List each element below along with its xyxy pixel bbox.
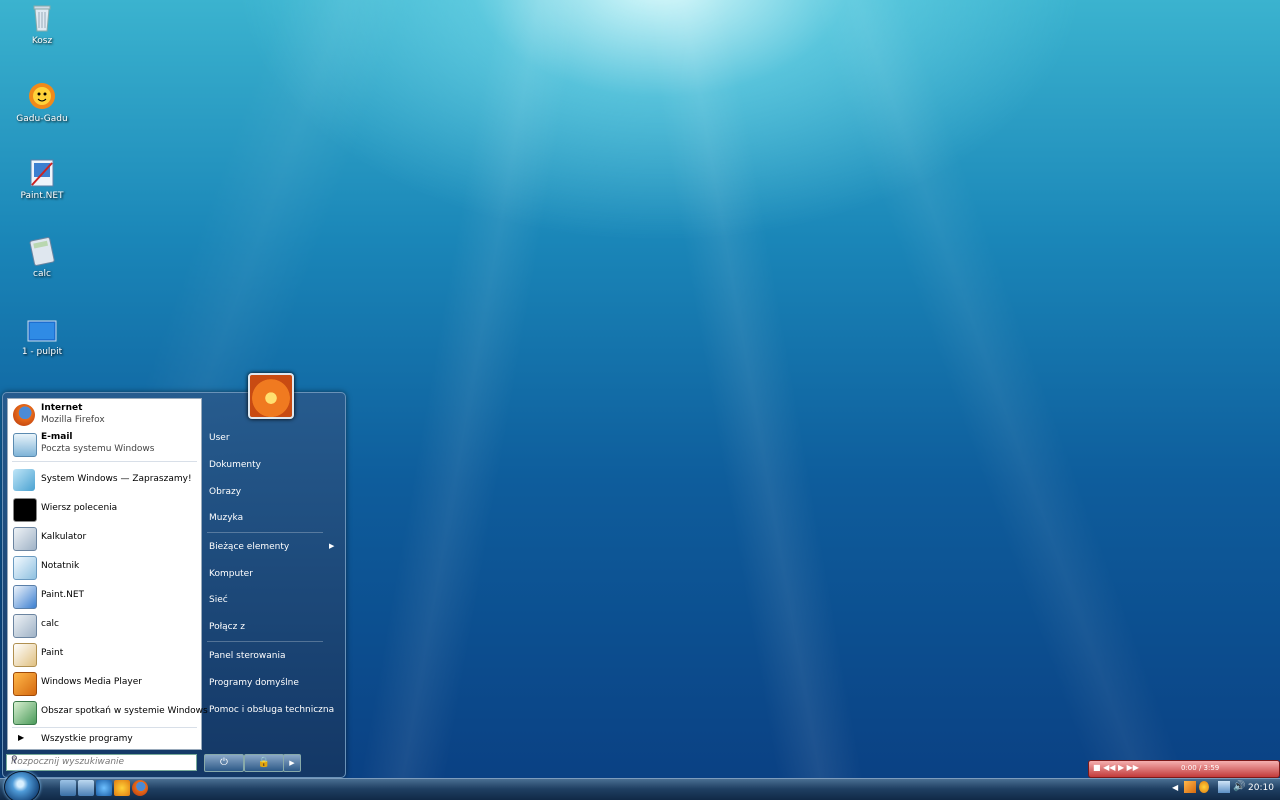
- start-right-dokumenty[interactable]: Dokumenty: [209, 460, 261, 470]
- separator: [12, 461, 197, 462]
- start-right-recent-items[interactable]: Bieżące elementy: [209, 542, 289, 552]
- gadu-gadu-quicklaunch-icon[interactable]: [114, 780, 130, 796]
- pinned-item-subtitle: Mozilla Firefox: [41, 415, 105, 425]
- desktop-icon-label: Gadu-Gadu: [16, 114, 68, 124]
- desktop-icon-label: calc: [33, 269, 51, 279]
- media-controls-icon: ■ ◀◀ ▶ ▶▶: [1093, 763, 1139, 772]
- paintnet-icon: [26, 157, 58, 189]
- recent-item-label: Paint.NET: [41, 590, 85, 600]
- all-programs-button[interactable]: ▶ Wszystkie programy: [8, 730, 201, 748]
- lock-button[interactable]: 🔒: [244, 754, 284, 772]
- desktop-icon-pulpit[interactable]: 1 - pulpit: [10, 313, 74, 357]
- start-right-komputer[interactable]: Komputer: [209, 569, 253, 579]
- paint-icon: [13, 643, 37, 667]
- start-right-muzyka[interactable]: Muzyka: [209, 513, 243, 523]
- desktop-icon-gadu-gadu[interactable]: Gadu-Gadu: [10, 80, 74, 124]
- clock[interactable]: 20:10: [1248, 783, 1274, 793]
- recent-item-label: Kalkulator: [41, 532, 87, 542]
- separator: [12, 727, 197, 728]
- mail-icon: [13, 433, 37, 457]
- recycle-bin-icon: [26, 2, 58, 34]
- recent-item-label: Paint: [41, 648, 64, 658]
- desktop-icon-label: Kosz: [31, 36, 53, 46]
- recent-item-label: Windows Media Player: [41, 677, 142, 687]
- all-programs-label: Wszystkie programy: [41, 734, 133, 744]
- welcome-icon: [13, 469, 35, 491]
- firefox-quicklaunch-icon[interactable]: [132, 780, 148, 796]
- separator: [207, 532, 323, 533]
- search-icon: ⚲: [11, 755, 18, 765]
- calculator-icon: [13, 614, 37, 638]
- recent-item-media-player[interactable]: Windows Media Player: [8, 669, 201, 696]
- recent-item-label: System Windows — Zapraszamy!: [41, 474, 192, 484]
- gadu-gadu-icon: [26, 80, 58, 112]
- separator: [207, 641, 323, 642]
- pinned-item-internet[interactable]: Internet Mozilla Firefox: [8, 401, 201, 427]
- desktop-icon-paintnet[interactable]: Paint.NET: [10, 157, 74, 201]
- show-desktop-icon[interactable]: [60, 780, 76, 796]
- network-icon[interactable]: [1218, 781, 1230, 793]
- start-right-panel-sterowania[interactable]: Panel sterowania: [209, 651, 286, 661]
- start-right-programy-domyslne[interactable]: Programy domyślne: [209, 678, 299, 688]
- pinned-item-title: Internet: [41, 403, 83, 413]
- calculator-icon: [26, 235, 58, 267]
- start-right-polacz-z[interactable]: Połącz z: [209, 622, 245, 632]
- user-avatar[interactable]: [248, 373, 294, 419]
- recent-item-paint[interactable]: Paint: [8, 640, 201, 667]
- start-button[interactable]: [4, 771, 40, 800]
- media-time: 0:00 / 3:59: [1181, 764, 1220, 772]
- start-right-user[interactable]: User: [209, 433, 230, 443]
- desktop-icon-recycle-bin[interactable]: Kosz: [10, 2, 74, 46]
- lock-icon: 🔒: [257, 757, 271, 768]
- recent-item-welcome[interactable]: System Windows — Zapraszamy!: [8, 466, 201, 492]
- start-right-obrazy[interactable]: Obrazy: [209, 487, 241, 497]
- notepad-icon: [13, 556, 37, 580]
- recent-item-notatnik[interactable]: Notatnik: [8, 553, 201, 580]
- arrow-right-icon: ▶: [18, 733, 25, 742]
- taskbar: [0, 778, 1280, 800]
- switch-windows-icon[interactable]: [78, 780, 94, 796]
- start-search-input[interactable]: Rozpocznij wyszukiwanie ⚲: [6, 754, 197, 771]
- pinned-item-subtitle: Poczta systemu Windows: [41, 444, 155, 454]
- volume-icon[interactable]: 🔊: [1233, 781, 1245, 792]
- start-right-siec[interactable]: Sieć: [209, 595, 228, 605]
- start-menu-programs-pane: Internet Mozilla Firefox E-mail Poczta s…: [7, 398, 208, 750]
- recent-item-cmd[interactable]: Wiersz polecenia: [8, 495, 201, 522]
- paintnet-icon: [13, 585, 37, 609]
- start-right-pomoc[interactable]: Pomoc i obsługa techniczna: [209, 705, 334, 715]
- desktop-icon-label: 1 - pulpit: [21, 347, 63, 357]
- firefox-icon: [13, 404, 35, 426]
- gadu-gadu-tray-icon[interactable]: [1199, 781, 1209, 793]
- submenu-arrow-icon: ▶: [329, 542, 335, 550]
- start-menu: Internet Mozilla Firefox E-mail Poczta s…: [2, 392, 346, 778]
- media-player-tray-icon[interactable]: [1184, 781, 1196, 793]
- calculator-icon: [13, 527, 37, 551]
- cmd-icon: [13, 498, 37, 522]
- tray-expand-icon[interactable]: ◀: [1172, 783, 1178, 792]
- recent-item-label: calc: [41, 619, 59, 629]
- monitor-icon: [26, 313, 58, 345]
- recent-item-label: Wiersz polecenia: [41, 503, 118, 513]
- recent-item-kalkulator[interactable]: Kalkulator: [8, 524, 201, 551]
- recent-item-label: Notatnik: [41, 561, 80, 571]
- pinned-item-title: E-mail: [41, 432, 73, 442]
- meeting-space-icon: [13, 701, 37, 725]
- media-player-toolbar[interactable]: ■ ◀◀ ▶ ▶▶ 0:00 / 3:59: [1088, 760, 1280, 778]
- power-button[interactable]: ⏻: [204, 754, 244, 772]
- pinned-item-email[interactable]: E-mail Poczta systemu Windows: [8, 430, 201, 457]
- shutdown-options-button[interactable]: ▶: [283, 754, 301, 772]
- desktop-icon-label: Paint.NET: [20, 191, 64, 201]
- recent-item-label: Obszar spotkań w systemie Windows: [41, 706, 208, 716]
- recent-item-meeting-space[interactable]: Obszar spotkań w systemie Windows: [8, 698, 208, 725]
- recent-item-paintnet[interactable]: Paint.NET: [8, 582, 201, 609]
- desktop-icon-calc[interactable]: calc: [10, 235, 74, 279]
- power-icon: ⏻: [220, 757, 228, 768]
- internet-explorer-icon[interactable]: [96, 780, 112, 796]
- recent-item-calc[interactable]: calc: [8, 611, 201, 638]
- media-player-icon: [13, 672, 37, 696]
- arrow-right-icon: ▶: [289, 759, 295, 767]
